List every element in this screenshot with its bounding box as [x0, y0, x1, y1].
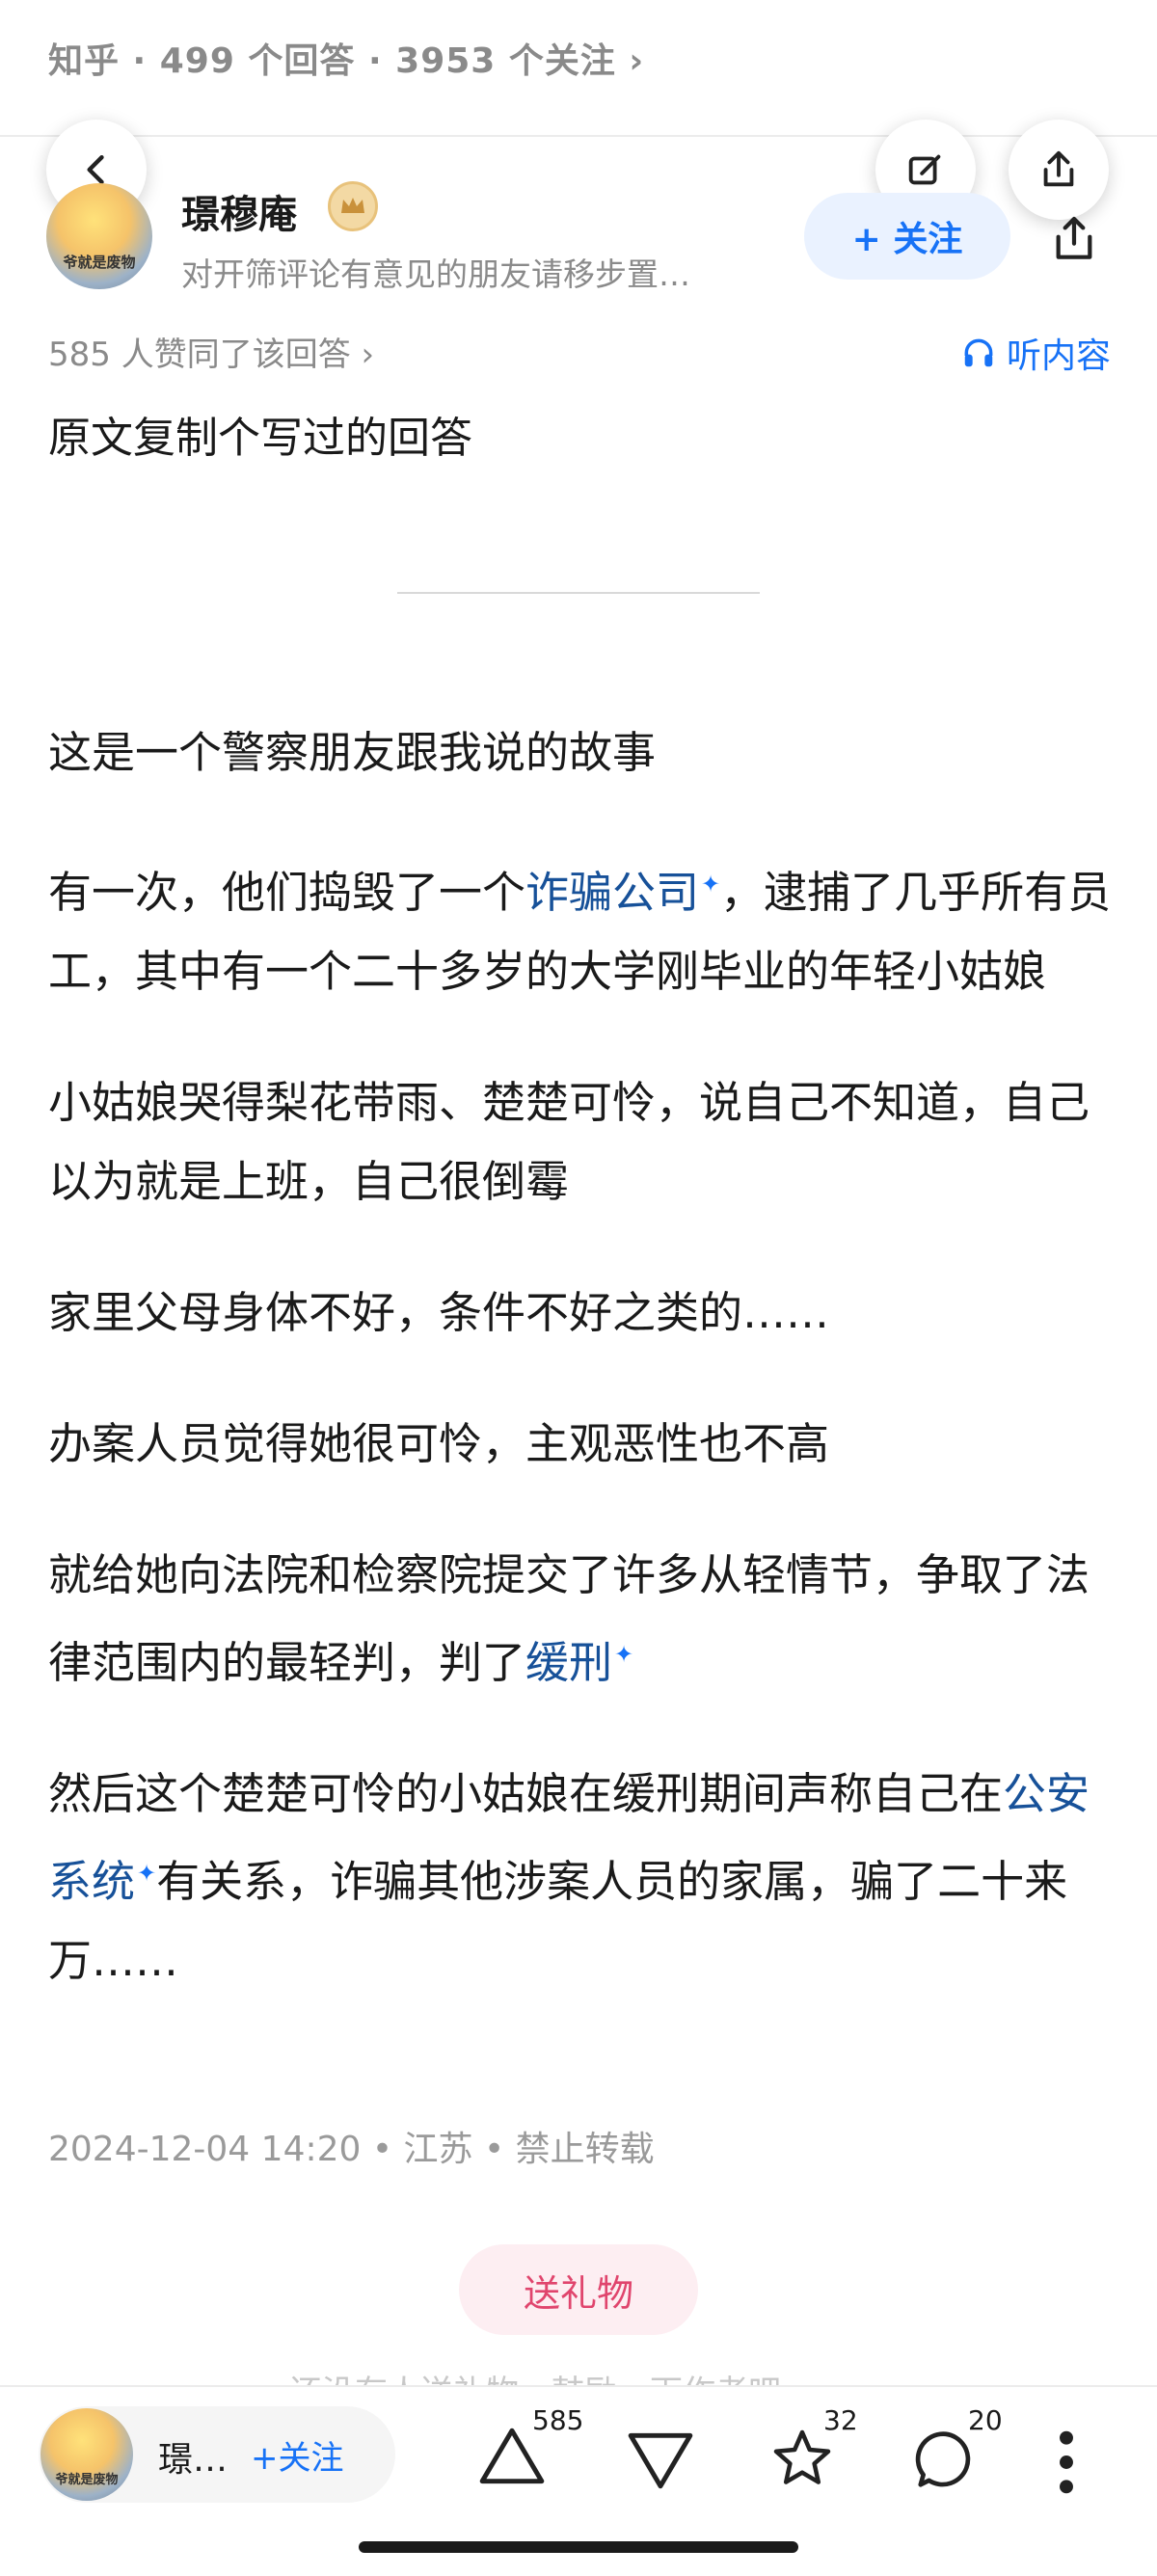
sparkle-icon: ✦	[701, 871, 721, 898]
paragraph: 然后这个楚楚可怜的小姑娘在缓刑期间声称自己在公安系统✦有关系，诈骗其他涉案人员的…	[48, 1768, 1090, 1986]
paragraph: 有一次，他们捣毁了一个诈骗公司✦，逮捕了几乎所有员工，其中有一个二十多岁的大学刚…	[48, 867, 1112, 997]
question-meta[interactable]: 知乎 · 499 个回答 · 3953 个关注 ›	[48, 33, 644, 83]
favorite-count: 32	[823, 2404, 858, 2436]
headphones-icon	[964, 338, 993, 367]
author-bio: 对开筛评论有意见的朋友请移步置…	[181, 255, 690, 293]
comment-count: 20	[968, 2404, 1003, 2436]
paragraph: 办案人员觉得她很可怜，主观恶性也不高	[48, 1418, 830, 1469]
keyword-link-probation[interactable]: 缓刑	[525, 1637, 612, 1688]
more-button[interactable]	[1047, 2416, 1086, 2503]
upvote-summary[interactable]: 585 人赞同了该回答 ›	[48, 328, 374, 375]
avatar-caption: 爷就是废物	[63, 254, 136, 271]
sparkle-icon: ✦	[614, 1641, 634, 1668]
mini-author-name: 璟…	[158, 2440, 229, 2480]
section-divider	[397, 592, 760, 594]
paragraph: 家里父母身体不好，条件不好之类的……	[48, 1287, 830, 1338]
comment-button[interactable]: 20	[912, 2404, 1003, 2503]
keyword-link-fraud-company[interactable]: 诈骗公司	[525, 867, 699, 918]
paragraph: 小姑娘哭得梨花带雨、楚楚可怜，说自己不知道，自己以为就是上班，自己很倒霉	[48, 1077, 1090, 1207]
home-indicator	[359, 2541, 798, 2553]
listen-label: 听内容	[1006, 336, 1111, 376]
more-vertical-icon	[1060, 2430, 1073, 2494]
paragraph: 就给她向法院和检察院提交了许多从轻情节，争取了法律范围内的最轻判，判了缓刑✦	[48, 1549, 1090, 1688]
top-bar: 知乎 · 499 个回答 · 3953 个关注 ›	[0, 0, 1157, 137]
upvote-count: 585	[532, 2404, 584, 2436]
listen-button[interactable]: 听内容	[960, 328, 1111, 378]
send-gift-button[interactable]: 送礼物	[459, 2244, 698, 2335]
upvote-button[interactable]: 585	[476, 2404, 583, 2503]
mini-avatar-caption: 爷就是废物	[55, 2473, 119, 2487]
mini-avatar[interactable]: 爷就是废物	[40, 2408, 133, 2501]
follow-button[interactable]: + 关注	[804, 193, 1010, 280]
crown-badge-icon	[328, 181, 378, 231]
triangle-down-icon	[628, 2432, 693, 2489]
sparkle-icon: ✦	[137, 1860, 157, 1887]
answer-footer-meta: 2024-12-04 14:20 • 江苏 • 禁止转载	[48, 2130, 655, 2169]
author-row: 爷就是废物 璟穆庵 对开筛评论有意见的朋友请移步置… + 关注	[0, 174, 1157, 318]
author-name[interactable]: 璟穆庵	[181, 183, 297, 239]
paragraph: 这是一个警察朋友跟我说的故事	[48, 727, 657, 778]
avatar[interactable]: 爷就是废物	[46, 183, 152, 289]
mini-follow-button[interactable]: +关注	[251, 2431, 344, 2479]
answer-content: 这是一个警察朋友跟我说的故事 有一次，他们捣毁了一个诈骗公司✦，逮捕了几乎所有员…	[48, 713, 1118, 2053]
mini-author-card[interactable]: 爷就是废物 璟… +关注	[39, 2406, 395, 2503]
favorite-button[interactable]: 32	[767, 2404, 858, 2503]
share-outline-icon[interactable]	[1047, 212, 1101, 266]
answer-intro: 原文复制个写过的回答	[48, 414, 472, 463]
downvote-button[interactable]	[625, 2416, 712, 2503]
